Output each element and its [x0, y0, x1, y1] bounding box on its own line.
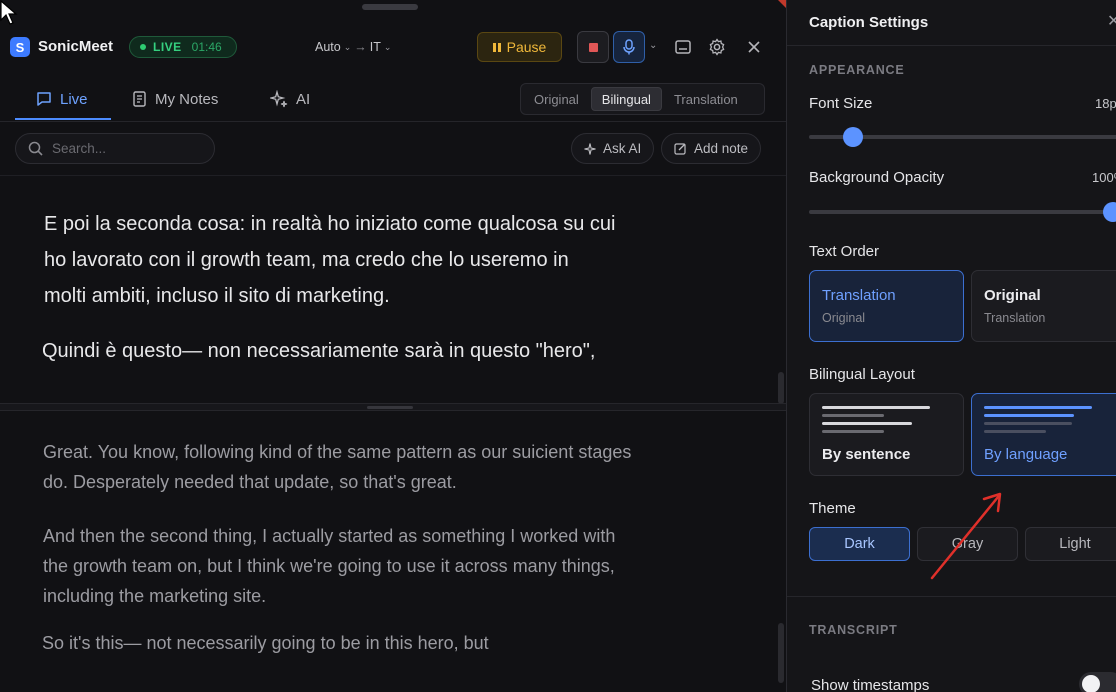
font-size-slider-thumb[interactable]	[843, 127, 863, 147]
show-timestamps-label: Show timestamps	[811, 677, 930, 692]
option-title: By sentence	[822, 446, 911, 463]
background-opacity-slider[interactable]	[809, 210, 1116, 214]
original-paragraph: And then the second thing, I actually st…	[43, 526, 616, 606]
pause-label: Pause	[506, 39, 547, 55]
layout-by-language-option[interactable]: By language	[971, 393, 1116, 476]
tab-my-notes[interactable]: My Notes	[132, 78, 218, 120]
settings-gear-icon[interactable]	[706, 36, 728, 58]
search-box[interactable]	[15, 133, 215, 164]
original-transcript-pane: Great. You know, following kind of the s…	[0, 411, 786, 692]
sparkle-icon	[584, 142, 596, 155]
language-arrow: →	[354, 40, 367, 54]
pause-button[interactable]: Pause	[477, 32, 562, 62]
layout-by-sentence-option[interactable]: By sentence	[809, 393, 964, 476]
chat-icon	[37, 92, 51, 106]
live-dot-icon	[140, 44, 146, 50]
elapsed-time: 01:46	[191, 40, 222, 54]
main-window: S SonicMeet LIVE 01:46 Auto ⌄ → IT ⌄ Pau…	[0, 0, 786, 692]
tab-ai[interactable]: AI	[270, 78, 310, 120]
divider	[787, 45, 1116, 46]
font-size-value: 18p	[1095, 96, 1116, 111]
window-drag-handle[interactable]	[362, 4, 418, 10]
translated-line: E poi la seconda cosa: in realtà ho iniz…	[44, 213, 616, 235]
close-icon[interactable]: ✕	[1107, 11, 1116, 31]
annotation-arrow-icon	[930, 492, 1002, 580]
caption-settings-panel: Caption Settings ✕ APPEARANCE Font Size …	[786, 0, 1116, 692]
option-title: Original	[984, 287, 1041, 304]
app-name: SonicMeet	[38, 38, 114, 55]
translated-line: molti ambiti, incluso il sito di marketi…	[44, 285, 390, 307]
top-bar: S SonicMeet LIVE 01:46 Auto ⌄ → IT ⌄ Pau…	[0, 28, 786, 68]
scrollbar-thumb[interactable]	[778, 372, 784, 404]
mode-translation-button[interactable]: Translation	[664, 87, 748, 111]
divider	[787, 596, 1116, 597]
close-icon[interactable]	[743, 36, 765, 58]
layout-preview-icon	[822, 406, 930, 438]
tab-live-label: Live	[60, 90, 88, 108]
ask-ai-label: Ask AI	[603, 141, 642, 156]
appearance-section-heading: APPEARANCE	[809, 63, 905, 77]
app-logo: S	[10, 37, 30, 57]
mouse-cursor-icon	[0, 0, 18, 25]
active-tab-indicator	[15, 118, 111, 120]
scrollbar-thumb[interactable]	[778, 623, 784, 683]
option-title: Translation	[822, 287, 896, 304]
background-opacity-label: Background Opacity	[809, 169, 945, 186]
clipped-previous-line	[44, 176, 50, 182]
settings-title: Caption Settings	[809, 14, 929, 31]
transcript-section-heading: TRANSCRIPT	[809, 623, 898, 637]
target-language[interactable]: IT	[370, 40, 381, 54]
microphone-button[interactable]	[613, 31, 645, 63]
theme-label: Theme	[809, 500, 856, 517]
pane-resize-handle[interactable]	[0, 403, 786, 411]
theme-light-button[interactable]: Light	[1025, 527, 1116, 561]
add-note-button[interactable]: Add note	[661, 133, 762, 164]
live-status-badge: LIVE 01:46	[129, 36, 237, 58]
show-timestamps-toggle[interactable]	[1079, 672, 1116, 692]
stop-button[interactable]	[577, 31, 609, 63]
option-subtitle: Translation	[984, 311, 1046, 325]
screen: S SonicMeet LIVE 01:46 Auto ⌄ → IT ⌄ Pau…	[0, 0, 1116, 692]
mode-bilingual-button[interactable]: Bilingual	[590, 87, 662, 111]
notes-icon	[133, 91, 146, 107]
live-label: LIVE	[153, 40, 182, 54]
source-language[interactable]: Auto	[315, 40, 341, 54]
chevron-down-icon: ⌄	[383, 41, 392, 52]
option-subtitle: Original	[822, 311, 866, 325]
theme-dark-button[interactable]: Dark	[809, 527, 910, 561]
tab-my-notes-label: My Notes	[155, 90, 219, 108]
add-note-label: Add note	[694, 141, 749, 156]
text-order-original-first-option[interactable]: Original Translation	[971, 270, 1116, 342]
view-mode-toggle: Original Bilingual Translation	[520, 83, 765, 115]
search-input[interactable]	[52, 141, 202, 156]
translated-line: ho lavorato con il growth team, ma credo…	[44, 249, 569, 271]
search-icon	[28, 141, 43, 156]
translated-transcript-pane: E poi la seconda cosa: in realtà ho iniz…	[0, 176, 786, 404]
text-order-translation-first-option[interactable]: Translation Original	[809, 270, 964, 342]
microphone-options-chevron-icon[interactable]: ⌄	[649, 40, 657, 51]
bilingual-layout-label: Bilingual Layout	[809, 366, 915, 383]
tab-live[interactable]: Live	[36, 78, 88, 120]
original-paragraph: Great. You know, following kind of the s…	[43, 442, 632, 492]
font-size-label: Font Size	[809, 95, 873, 112]
ask-ai-button[interactable]: Ask AI	[571, 133, 655, 164]
original-paragraph: So it's this— not necessarily going to b…	[42, 633, 489, 653]
microphone-icon	[623, 39, 635, 55]
edit-note-icon	[674, 143, 686, 155]
language-selector[interactable]: Auto ⌄ → IT ⌄	[315, 40, 391, 54]
chevron-down-icon: ⌄	[343, 41, 352, 52]
tab-ai-label: AI	[296, 90, 311, 108]
mode-original-button[interactable]: Original	[524, 87, 589, 111]
option-title: By language	[984, 446, 1068, 463]
pause-icon	[492, 42, 501, 52]
layout-preview-icon	[984, 406, 1092, 438]
minimize-window-icon[interactable]	[672, 36, 694, 58]
window-edge-accent	[778, 0, 786, 8]
text-order-label: Text Order	[809, 243, 880, 260]
stop-icon	[588, 42, 598, 52]
background-opacity-value: 100%	[1092, 170, 1116, 185]
background-opacity-slider-thumb[interactable]	[1103, 202, 1116, 222]
sparkles-icon	[270, 90, 288, 108]
translated-line: Quindi è questo— non necessariamente sar…	[42, 340, 596, 362]
